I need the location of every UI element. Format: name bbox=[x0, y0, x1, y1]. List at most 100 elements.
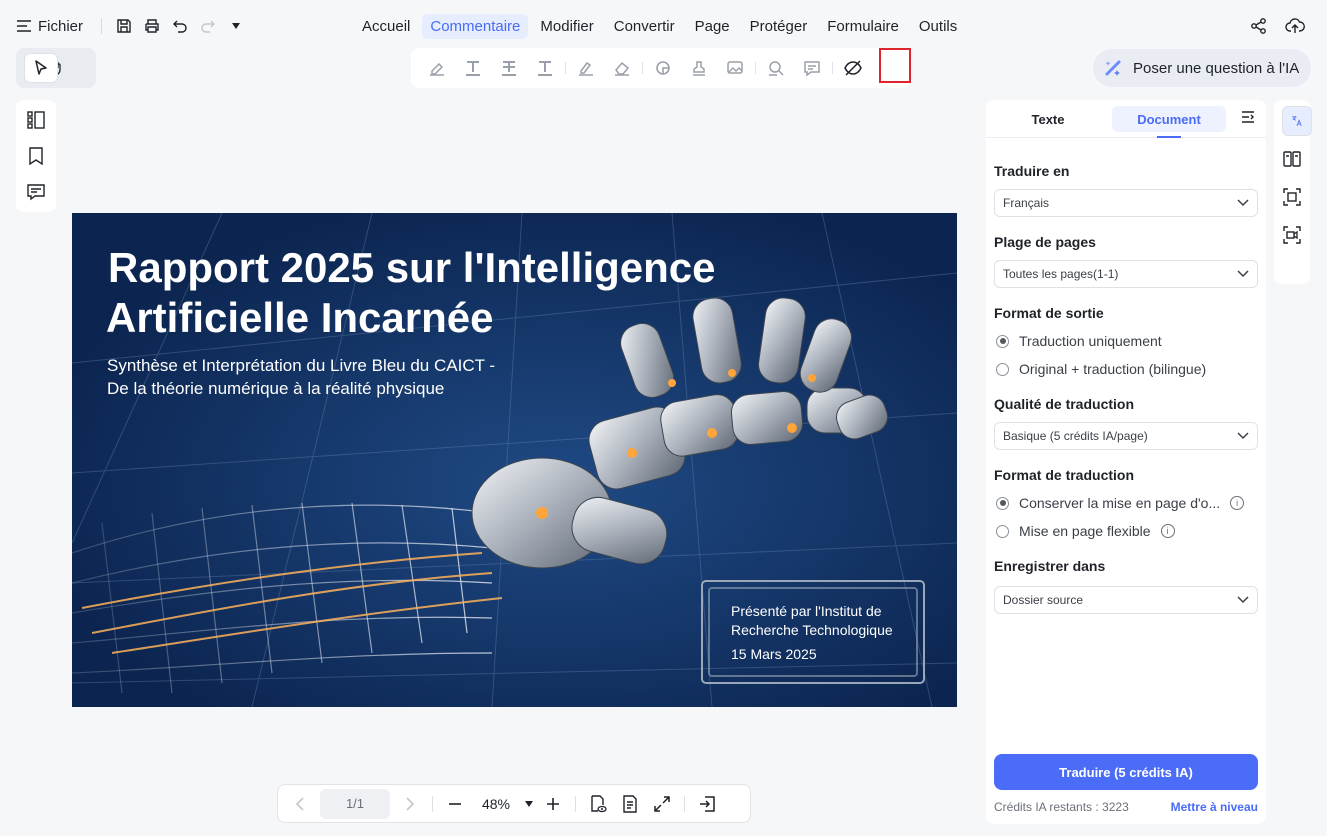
info-icon[interactable]: i bbox=[1230, 496, 1245, 510]
document-subtitle-line2: De la théorie numérique à la réalité phy… bbox=[107, 379, 445, 398]
bookmarks-button[interactable] bbox=[22, 142, 50, 170]
go-to-page-button[interactable] bbox=[691, 789, 723, 819]
keep-layout-radio[interactable]: Conserver la mise en page d'o... i bbox=[996, 495, 1245, 511]
menu-commentaire[interactable]: Commentaire bbox=[422, 13, 529, 39]
highlight-tool-button[interactable] bbox=[419, 53, 455, 83]
zoom-level[interactable]: 48% bbox=[471, 796, 521, 812]
shape-icon bbox=[656, 61, 670, 75]
comment-tool-button[interactable] bbox=[794, 53, 830, 83]
presentation-date: 15 Mars 2025 bbox=[731, 646, 817, 662]
redo-button[interactable] bbox=[194, 12, 222, 40]
text-tool-button[interactable] bbox=[455, 53, 491, 83]
radio-selected-icon bbox=[996, 334, 1009, 348]
caret-down-icon bbox=[232, 23, 241, 29]
screen-record-button[interactable] bbox=[1277, 220, 1307, 250]
main-menu: Accueil Commentaire Modifier Convertir P… bbox=[354, 12, 969, 40]
underline-icon bbox=[538, 61, 552, 76]
eraser-tool-button[interactable] bbox=[604, 53, 640, 83]
ask-ai-label: Poser une question à l'IA bbox=[1133, 59, 1300, 77]
menu-convertir[interactable]: Convertir bbox=[606, 14, 683, 39]
radio-unselected-icon bbox=[996, 524, 1009, 538]
eraser-icon bbox=[615, 61, 630, 76]
shape-tool-button[interactable] bbox=[645, 53, 681, 83]
underline-tool-button[interactable] bbox=[527, 53, 563, 83]
image-tool-button[interactable] bbox=[717, 53, 753, 83]
strikethrough-icon bbox=[502, 61, 516, 76]
divider bbox=[642, 62, 643, 74]
more-dropdown-button[interactable] bbox=[222, 12, 250, 40]
page-range-select[interactable]: Toutes les pages(1-1) bbox=[994, 260, 1258, 288]
divider bbox=[575, 795, 576, 812]
chevron-down-icon bbox=[1237, 596, 1249, 604]
view-mode-button[interactable] bbox=[582, 789, 614, 819]
cloud-upload-button[interactable] bbox=[1281, 12, 1309, 40]
page-layout-button[interactable] bbox=[614, 789, 646, 819]
compare-icon bbox=[1283, 151, 1301, 167]
print-button[interactable] bbox=[138, 12, 166, 40]
plus-icon bbox=[547, 797, 559, 810]
hide-annotations-button[interactable] bbox=[835, 53, 871, 83]
collapse-panel-button[interactable] bbox=[1240, 109, 1256, 125]
search-pin-icon bbox=[769, 61, 784, 76]
top-right-actions bbox=[1245, 12, 1309, 40]
quality-label: Qualité de traduction bbox=[994, 396, 1135, 412]
quality-select[interactable]: Basique (5 crédits IA/page) bbox=[994, 422, 1258, 450]
file-menu-button[interactable]: Fichier bbox=[16, 18, 83, 35]
tab-document[interactable]: Document bbox=[1112, 106, 1226, 138]
upgrade-link[interactable]: Mettre à niveau bbox=[1171, 800, 1258, 814]
thumbnails-icon bbox=[27, 111, 45, 129]
menu-accueil[interactable]: Accueil bbox=[354, 14, 418, 39]
page-range-label: Plage de pages bbox=[994, 234, 1096, 250]
translation-format-label: Format de traduction bbox=[994, 467, 1135, 483]
menu-formulaire[interactable]: Formulaire bbox=[819, 14, 907, 39]
menu-modifier[interactable]: Modifier bbox=[532, 14, 601, 39]
save-button[interactable] bbox=[110, 12, 138, 40]
page-range-value: Toutes les pages(1-1) bbox=[1003, 267, 1119, 281]
translate-tool-button[interactable] bbox=[1282, 106, 1312, 136]
strikethrough-tool-button[interactable] bbox=[491, 53, 527, 83]
ask-ai-button[interactable]: Poser une question à l'IA bbox=[1093, 49, 1311, 87]
top-bar: Fichier Accueil Commentaire Modifier Con… bbox=[0, 0, 1327, 50]
divider bbox=[101, 18, 103, 34]
compare-button[interactable] bbox=[1277, 144, 1307, 174]
save-to-value: Dossier source bbox=[1003, 593, 1084, 607]
redo-icon bbox=[201, 20, 216, 33]
menu-proteger[interactable]: Protéger bbox=[742, 14, 816, 39]
stamp-tool-button[interactable] bbox=[681, 53, 717, 83]
zoom-dropdown-button[interactable] bbox=[521, 789, 537, 819]
undo-button[interactable] bbox=[166, 12, 194, 40]
measure-tool-button[interactable] bbox=[758, 53, 794, 83]
translate-button[interactable]: Traduire (5 crédits IA) bbox=[994, 754, 1258, 790]
caret-down-icon bbox=[525, 800, 533, 807]
save-to-label: Enregistrer dans bbox=[994, 558, 1106, 574]
zoom-out-button[interactable] bbox=[439, 789, 471, 819]
menu-outils[interactable]: Outils bbox=[911, 14, 965, 39]
previous-page-button[interactable] bbox=[284, 789, 316, 819]
zoom-in-button[interactable] bbox=[537, 789, 569, 819]
translate-to-select[interactable]: Français bbox=[994, 189, 1258, 217]
flexible-layout-radio[interactable]: Mise en page flexible i bbox=[996, 523, 1175, 539]
divider bbox=[832, 62, 833, 74]
tab-texte[interactable]: Texte bbox=[1000, 106, 1096, 132]
menu-page[interactable]: Page bbox=[687, 14, 738, 39]
select-tool-button[interactable] bbox=[24, 53, 58, 83]
save-to-select[interactable]: Dossier source bbox=[994, 586, 1258, 614]
thumbnails-button[interactable] bbox=[22, 106, 50, 134]
fit-page-button[interactable] bbox=[646, 789, 678, 819]
scan-icon bbox=[1283, 188, 1301, 206]
share-button[interactable] bbox=[1245, 12, 1273, 40]
document-title-line1: Rapport 2025 sur l'Intelligence bbox=[108, 244, 716, 291]
ocr-button[interactable] bbox=[1277, 182, 1307, 212]
pen-tool-button[interactable] bbox=[568, 53, 604, 83]
info-icon[interactable]: i bbox=[1160, 524, 1175, 538]
eye-off-icon bbox=[844, 60, 862, 76]
output-translation-only-radio[interactable]: Traduction uniquement bbox=[996, 333, 1162, 349]
comments-panel-button[interactable] bbox=[22, 178, 50, 206]
output-format-label: Format de sortie bbox=[994, 305, 1104, 321]
page-indicator[interactable]: 1/1 bbox=[320, 788, 390, 819]
divider bbox=[755, 62, 756, 74]
output-bilingual-radio[interactable]: Original + traduction (bilingue) bbox=[996, 361, 1206, 377]
next-page-button[interactable] bbox=[394, 789, 426, 819]
collapse-icon bbox=[1242, 111, 1254, 123]
cursor-arrow-icon bbox=[35, 60, 47, 75]
